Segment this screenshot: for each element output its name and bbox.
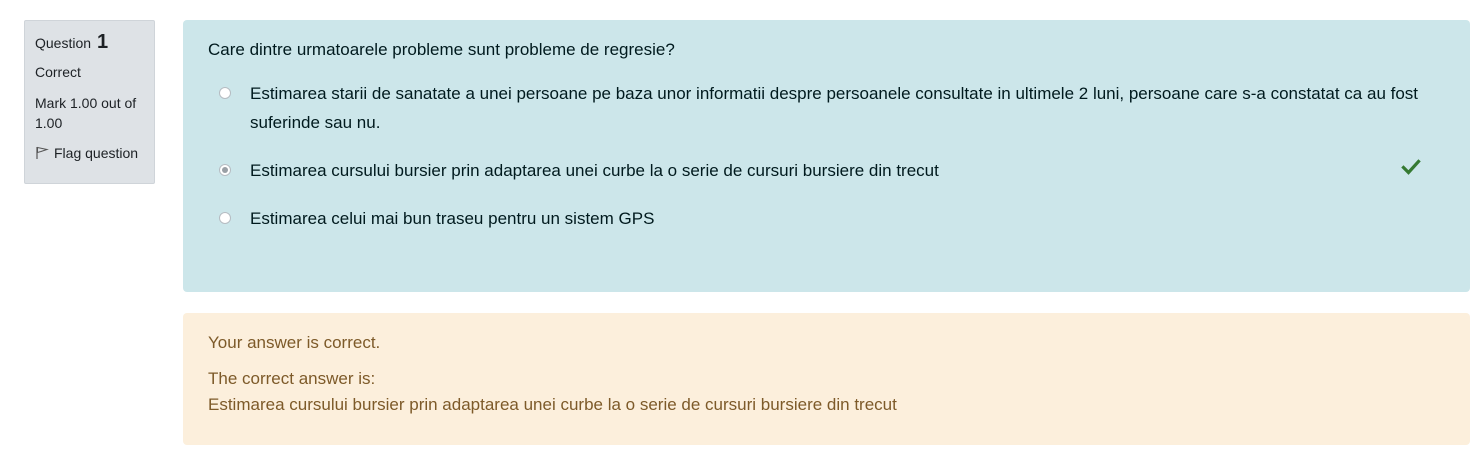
question-label: Question xyxy=(35,35,92,51)
right-answer-text: Estimarea cursului bursier prin adaptare… xyxy=(208,395,897,414)
answer-radio[interactable] xyxy=(219,164,231,176)
answer-option-selected[interactable]: Estimarea cursului bursier prin adaptare… xyxy=(208,159,1445,185)
right-answer-title: The correct answer is: xyxy=(208,369,376,388)
flag-question-label: Flag question xyxy=(54,145,139,161)
flag-question-link[interactable]: Flag question xyxy=(35,145,144,161)
question-grade: Mark 1.00 out of 1.00 xyxy=(35,95,137,131)
answer-radio[interactable] xyxy=(219,212,231,224)
question-info-panel: Question 1 Correct Mark 1.00 out of 1.00… xyxy=(24,20,155,184)
question-state: Correct xyxy=(35,64,81,80)
answer-label: Estimarea cursului bursier prin adaptare… xyxy=(250,161,939,180)
feedback-text: Your answer is correct. xyxy=(208,333,381,352)
check-icon xyxy=(1401,159,1421,175)
answer-option[interactable]: Estimarea starii de sanatate a unei pers… xyxy=(208,82,1445,137)
answer-label: Estimarea starii de sanatate a unei pers… xyxy=(250,84,1419,132)
answer-label: Estimarea celui mai bun traseu pentru un… xyxy=(250,209,655,228)
answer-radio[interactable] xyxy=(219,87,231,99)
question-text: Care dintre urmatoarele probleme sunt pr… xyxy=(208,40,675,59)
question-outcome: Your answer is correct. The correct answ… xyxy=(183,313,1470,445)
answer-option[interactable]: Estimarea celui mai bun traseu pentru un… xyxy=(208,207,1445,233)
question-number-value: 1 xyxy=(97,31,109,53)
answer-options: Estimarea starii de sanatate a unei pers… xyxy=(208,82,1445,233)
question-number: Question 1 xyxy=(35,31,144,54)
flag-icon xyxy=(36,146,49,159)
question-formulation: Care dintre urmatoarele probleme sunt pr… xyxy=(183,20,1470,292)
